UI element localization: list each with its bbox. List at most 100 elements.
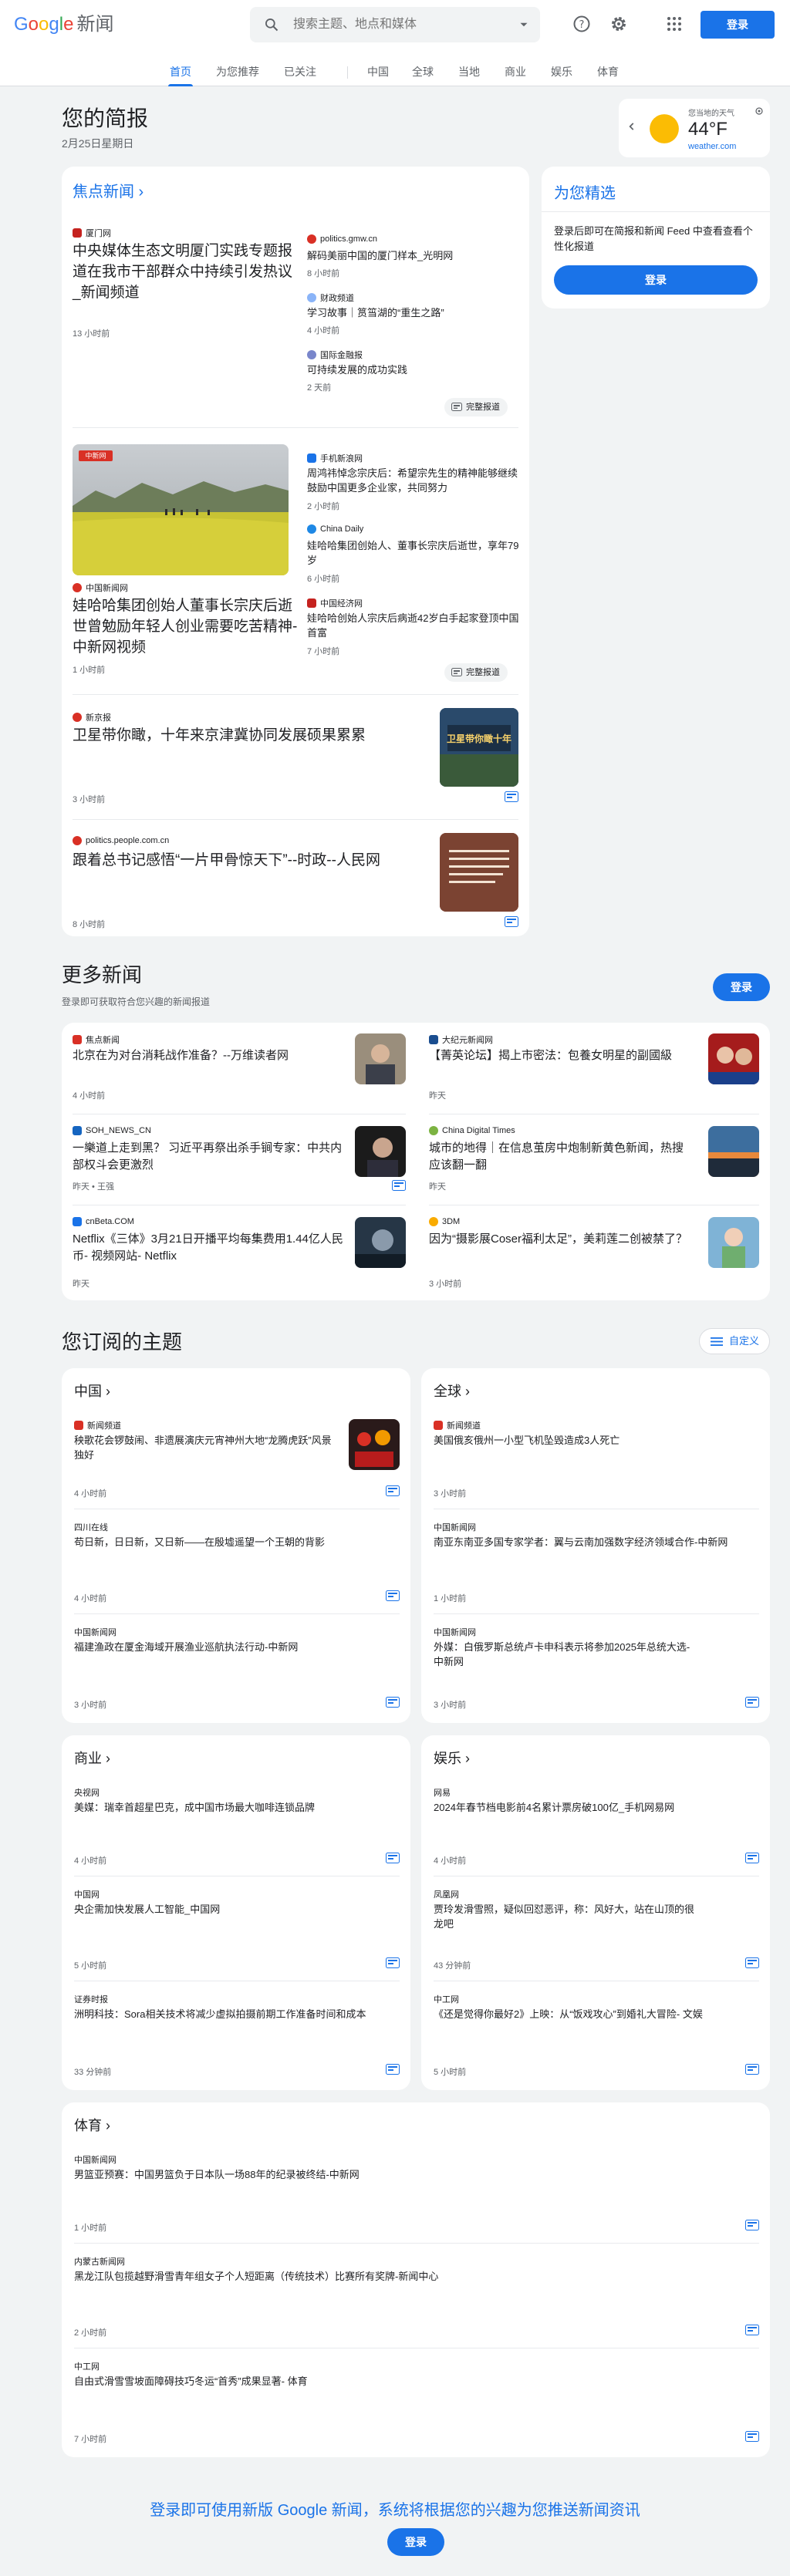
- chevron-left-icon[interactable]: [626, 121, 637, 132]
- google-news-logo[interactable]: Google 新闻: [14, 14, 113, 35]
- tab-business[interactable]: 商业: [503, 63, 528, 86]
- full-coverage-icon[interactable]: [745, 1957, 759, 1968]
- story-title-link[interactable]: 黑龙江队包揽越野滑雪青年组女子个人短距离（传统技术）比赛所有奖牌-新闻中心: [74, 2269, 738, 2284]
- story-thumbnail[interactable]: [355, 1126, 406, 1177]
- full-coverage-icon[interactable]: [386, 2064, 400, 2075]
- story-title-link[interactable]: 中央媒体生态文明厦门实践专题报道在我市干部群众中持续引发热议_新闻频道: [73, 241, 298, 303]
- story-title-link[interactable]: 秧歌花会锣鼓闹、非遗展演庆元宵神州大地“龙腾虎跃”风景独好: [74, 1433, 336, 1462]
- full-coverage-icon[interactable]: [386, 1590, 400, 1601]
- full-coverage-icon[interactable]: [386, 1853, 400, 1863]
- apps-grid-icon[interactable]: [665, 15, 684, 33]
- story-title-link[interactable]: 福建渔政在厦金海域开展渔业巡航执法行动-中新网: [74, 1640, 336, 1654]
- story-title-link[interactable]: 解码美丽中国的厦门样本_光明网: [307, 248, 515, 263]
- story-image[interactable]: 中新网: [73, 444, 289, 575]
- tab-sports[interactable]: 体育: [596, 63, 620, 86]
- tab-local[interactable]: 当地: [457, 63, 481, 86]
- story-title-link[interactable]: 跟着总书记感悟“一片甲骨惊天下”--时政--人民网: [73, 850, 412, 871]
- story-thumbnail[interactable]: [355, 1217, 406, 1268]
- topic-heading-link[interactable]: 娱乐 ›: [434, 1748, 470, 1768]
- story-thumbnail[interactable]: [440, 833, 518, 912]
- story-time: 43 分钟前: [434, 1961, 471, 1971]
- full-coverage-icon[interactable]: [745, 2220, 759, 2230]
- full-coverage-button[interactable]: 完整报道: [444, 398, 508, 416]
- full-coverage-icon[interactable]: [745, 2064, 759, 2075]
- top-stories-heading-link[interactable]: 焦点新闻 ›: [73, 179, 143, 201]
- story-title-link[interactable]: 外媒：白俄罗斯总统卢卡申科表示将参加2025年总统大选-中新网: [434, 1640, 696, 1669]
- story-title-link[interactable]: 周鸿祎悼念宗庆后：希望宗先生的精神能够继续鼓励中国更多企业家，共同努力: [307, 466, 522, 495]
- story-title-link[interactable]: 城市的地得｜在信息茧房中炮制新黄色新闻，热搜应该翻一翻: [429, 1140, 691, 1174]
- tab-china[interactable]: 中国: [366, 63, 390, 86]
- story-title-link[interactable]: 【菁英论坛】揭上市密法：包養女明星的副國級: [429, 1047, 691, 1064]
- story-thumbnail[interactable]: 卫星带你瞰十年: [440, 708, 518, 787]
- full-coverage-icon[interactable]: [505, 916, 518, 927]
- search-icon[interactable]: [264, 17, 279, 32]
- story-title-link[interactable]: 北京在为对台消耗战作准备？--万维读者网: [73, 1047, 353, 1064]
- story-source: 凤凰网: [434, 1890, 459, 1900]
- footer-signin-button[interactable]: 登录: [387, 2528, 444, 2556]
- story-source: SOH_NEWS_CN: [73, 1126, 151, 1135]
- story-title-link[interactable]: 因为“摄影展Coser福利太足”，美莉莲二创被禁了？: [429, 1231, 691, 1248]
- more-news-signin-button[interactable]: 登录: [713, 973, 770, 1001]
- tab-for-you[interactable]: 为您推荐: [214, 63, 261, 86]
- story-thumbnail[interactable]: [708, 1033, 759, 1084]
- story-title-link[interactable]: 美国俄亥俄州一小型飞机坠毁造成3人死亡: [434, 1433, 750, 1448]
- story-thumbnail[interactable]: [708, 1126, 759, 1177]
- story-title-link[interactable]: 苟日新，日日新，又日新——在殷墟遥望一个王朝的背影: [74, 1535, 390, 1549]
- story-title-link[interactable]: 洲明科技：Sora相关技术将减少虚拟拍摄前期工作准备时间和成本: [74, 2007, 390, 2021]
- story-title-link[interactable]: 美媒：瑞幸首超星巴克，成中国市场最大咖啡连锁品牌: [74, 1800, 336, 1815]
- tab-following[interactable]: 已关注: [282, 63, 318, 86]
- story-title-link[interactable]: 央企需加快发展人工智能_中国网: [74, 1902, 390, 1917]
- story-thumbnail[interactable]: [708, 1217, 759, 1268]
- story-title-link[interactable]: 学习故事｜筼筜湖的“重生之路”: [307, 305, 515, 320]
- topic-heading-link[interactable]: 体育 ›: [74, 2115, 110, 2135]
- full-coverage-icon[interactable]: [386, 1485, 400, 1496]
- topic-heading-link[interactable]: 中国 ›: [74, 1381, 110, 1401]
- full-coverage-icon[interactable]: [745, 1697, 759, 1708]
- topic-card-sports: 体育 › 中国新闻网 男篮亚预赛：中国男篮负于日本队一场88年的纪录被终结-中新…: [62, 2102, 770, 2457]
- picks-signin-button[interactable]: 登录: [554, 265, 758, 295]
- story-title-link[interactable]: 一樂道上走到黑？ 习近平再祭出杀手锏专家：中共内部权斗会更激烈: [73, 1140, 353, 1174]
- help-icon[interactable]: ?: [572, 15, 591, 33]
- customize-button[interactable]: 自定义: [699, 1328, 770, 1354]
- story-title-link[interactable]: 2024年春节档电影前4名累计票房破100亿_手机网易网: [434, 1800, 750, 1815]
- story-title-link[interactable]: 自由式滑雪雪坡面障碍技巧冬运“首秀”成果显著- 体育: [74, 2374, 738, 2389]
- tab-entertainment[interactable]: 娱乐: [549, 63, 574, 86]
- story-thumbnail[interactable]: [355, 1033, 406, 1084]
- story-title-link[interactable]: 娃哈哈创始人宗庆后病逝42岁白手起家登顶中国首富: [307, 611, 522, 640]
- story-title-link[interactable]: 贾玲发滑雪照，疑似回怼恶评，称：风好大，站在山顶的很龙吧: [434, 1902, 704, 1931]
- settings-gear-icon[interactable]: [609, 15, 628, 33]
- search-box[interactable]: [250, 7, 540, 42]
- story-title-link[interactable]: 娃哈哈集团创始人、董事长宗庆后逝世，享年79岁: [307, 538, 522, 568]
- story-title-link[interactable]: Netflix《三体》3月21日开播平均每集费用1.44亿人民币- 视频网站- …: [73, 1231, 353, 1265]
- story-title-link[interactable]: 南亚东南亚多国专家学者：翼与云南加强数字经济领域合作-中新网: [434, 1535, 750, 1549]
- story-title-link[interactable]: 《还是觉得你最好2》上映：从“饭戏攻心”到婚礼大冒险- 文娱: [434, 2007, 704, 2021]
- location-icon[interactable]: [755, 106, 764, 116]
- story-title-link[interactable]: 可持续发展的成功实践: [307, 362, 515, 377]
- story-title-link[interactable]: 男篮亚预赛：中国男篮负于日本队一场88年的纪录被终结-中新网: [74, 2167, 738, 2182]
- full-coverage-icon[interactable]: [386, 1697, 400, 1708]
- story-source: 财政频道: [307, 292, 354, 304]
- top-stories-card: 焦点新闻 › 厦门网 中央媒体生态文明厦门实践专题报道在我市干部群众中持续引发热…: [62, 167, 529, 936]
- story-title-link[interactable]: 娃哈哈集团创始人董事长宗庆后逝世曾勉励年轻人创业需要吃苦精神-中新网视频: [73, 595, 298, 658]
- story-title-link[interactable]: 卫星带你瞰，十年来京津冀协同发展硕果累累: [73, 725, 412, 746]
- topic-heading-link[interactable]: 全球 ›: [434, 1381, 470, 1401]
- full-coverage-icon[interactable]: [505, 791, 518, 802]
- tab-home[interactable]: 首页: [168, 63, 193, 86]
- search-input[interactable]: [293, 15, 494, 35]
- full-coverage-button[interactable]: 完整报道: [444, 663, 508, 682]
- header-signin-button[interactable]: 登录: [701, 11, 775, 39]
- topic-heading-link[interactable]: 商业 ›: [74, 1748, 110, 1768]
- story-time: 2 小时前: [307, 502, 340, 511]
- weather-source-link[interactable]: weather.com: [688, 142, 736, 151]
- full-coverage-icon[interactable]: [392, 1180, 406, 1191]
- story-time: 1 小时前: [434, 1594, 467, 1603]
- full-coverage-icon[interactable]: [745, 1853, 759, 1863]
- full-coverage-icon[interactable]: [745, 2325, 759, 2335]
- story-time: 2 小时前: [74, 2328, 107, 2338]
- weather-widget[interactable]: 您当地的天气 44°F weather.com: [619, 99, 770, 157]
- full-coverage-icon[interactable]: [386, 1957, 400, 1968]
- full-coverage-icon[interactable]: [745, 2431, 759, 2442]
- story-thumbnail[interactable]: [349, 1419, 400, 1470]
- tab-world[interactable]: 全球: [410, 63, 435, 86]
- chevron-down-icon[interactable]: [517, 18, 531, 32]
